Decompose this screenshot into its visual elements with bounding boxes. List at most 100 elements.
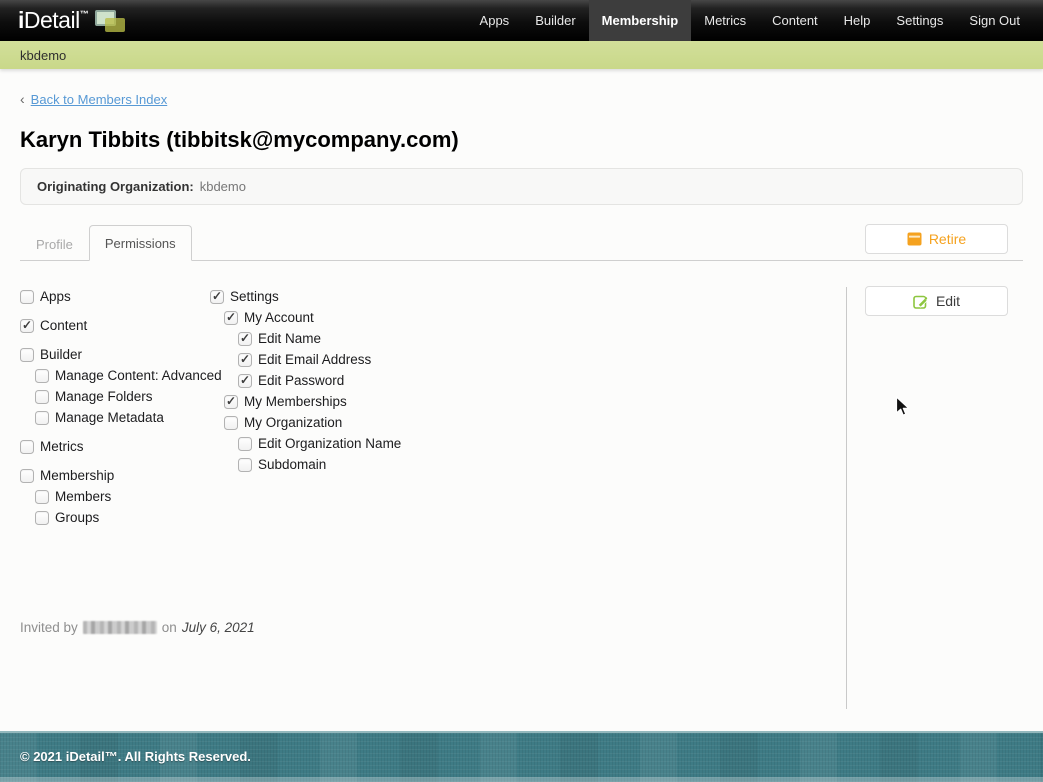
permission-groups[interactable]: Groups — [35, 507, 210, 528]
nav-item-builder[interactable]: Builder — [522, 0, 588, 41]
top-navbar: iDetail™ Apps Builder Membership Metrics Con… — [0, 0, 1043, 41]
permission-label: Manage Content: Advanced — [55, 368, 222, 383]
permission-settings[interactable]: Settings — [210, 286, 846, 307]
trademark-symbol: ™ — [79, 9, 89, 19]
edit-button-label: Edit — [935, 293, 961, 309]
checkbox-manage-content-advanced[interactable] — [35, 368, 49, 383]
permissions-columns: Apps Content Builder Manage Content: Advanc… — [20, 286, 846, 528]
permission-edit-organization-name[interactable]: Edit Organization Name — [238, 433, 846, 454]
checkbox-edit-name[interactable] — [238, 331, 252, 346]
checkbox-apps[interactable] — [20, 289, 34, 304]
permission-edit-name[interactable]: Edit Name — [238, 328, 846, 349]
permission-label: Apps — [40, 289, 71, 304]
permission-label: Edit Name — [258, 331, 322, 346]
checkbox-membership[interactable] — [20, 468, 34, 483]
checkbox-manage-folders[interactable] — [35, 389, 49, 404]
breadcrumb: ‹ Back to Members Index — [20, 91, 1023, 107]
permissions-panel: Apps Content Builder Manage Content: Advanc… — [20, 261, 1023, 711]
permission-my-organization[interactable]: My Organization — [224, 412, 846, 433]
nav-item-sign-out[interactable]: Sign Out — [956, 0, 1033, 41]
permission-edit-password[interactable]: Edit Password — [238, 370, 846, 391]
retire-button-label: Retire — [928, 231, 967, 247]
permission-manage-content-advanced[interactable]: Manage Content: Advanced — [35, 365, 222, 386]
copyright-text: © 2021 iDetail™. All Rights Reserved. — [20, 749, 251, 764]
permission-label: Groups — [55, 510, 100, 525]
tab-permissions[interactable]: Permissions — [88, 225, 192, 261]
permission-label: Manage Metadata — [55, 410, 164, 425]
permissions-form: Apps Content Builder Manage Content: Advanc… — [20, 261, 846, 711]
checkbox-my-account[interactable] — [224, 310, 238, 325]
permission-apps[interactable]: Apps — [20, 286, 210, 307]
permissions-settings-column: Settings My Account Edit Name Edit Email Ad… — [210, 286, 846, 528]
nav-item-content[interactable]: Content — [759, 0, 831, 41]
vertical-divider — [846, 287, 847, 709]
checkbox-my-organization[interactable] — [224, 415, 238, 430]
back-chevron-icon: ‹ — [20, 91, 25, 107]
tabs-container: Profile Permissions — [20, 225, 192, 261]
tab-profile[interactable]: Profile — [20, 226, 89, 261]
nav-item-apps[interactable]: Apps — [467, 0, 523, 41]
checkbox-edit-password[interactable] — [238, 373, 252, 388]
permission-manage-metadata[interactable]: Manage Metadata — [35, 407, 210, 428]
permission-label: My Memberships — [244, 394, 347, 409]
permission-label: Edit Password — [258, 373, 345, 388]
checkbox-metrics[interactable] — [20, 439, 34, 454]
invited-by-connector: on — [161, 620, 177, 635]
invited-by-redacted-name — [82, 621, 157, 634]
permission-label: Edit Organization Name — [258, 436, 402, 451]
organization-bar: kbdemo — [0, 41, 1043, 69]
permission-my-memberships[interactable]: My Memberships — [224, 391, 846, 412]
checkbox-edit-email-address[interactable] — [238, 352, 252, 367]
tab-bar: Profile Permissions Retire — [20, 224, 1023, 261]
checkbox-manage-metadata[interactable] — [35, 410, 49, 425]
checkbox-edit-organization-name[interactable] — [238, 436, 252, 451]
originating-organization-value: kbdemo — [199, 179, 246, 194]
nav-item-membership[interactable]: Membership — [588, 0, 692, 41]
edit-button[interactable]: Edit — [865, 286, 1008, 316]
back-to-members-link[interactable]: Back to Members Index — [31, 92, 168, 107]
permission-label: Manage Folders — [55, 389, 153, 404]
permission-content[interactable]: Content — [20, 315, 210, 336]
permission-label: Subdomain — [258, 457, 327, 472]
permission-subdomain[interactable]: Subdomain — [238, 454, 846, 475]
checkbox-content[interactable] — [20, 318, 34, 333]
permission-membership[interactable]: Membership — [20, 465, 210, 486]
retire-button[interactable]: Retire — [865, 224, 1008, 254]
permission-label: Settings — [230, 289, 279, 304]
pencil-square-icon — [913, 295, 928, 309]
page-footer: © 2021 iDetail™. All Rights Reserved. — [0, 731, 1043, 782]
main-content: ‹ Back to Members Index Karyn Tibbits (t… — [0, 69, 1043, 731]
permission-metrics[interactable]: Metrics — [20, 436, 210, 457]
originating-organization-label: Originating Organization: — [37, 179, 194, 194]
checkbox-builder[interactable] — [20, 347, 34, 362]
originating-organization-box: Originating Organization: kbdemo — [20, 168, 1023, 205]
nav-item-metrics[interactable]: Metrics — [691, 0, 759, 41]
permission-my-account[interactable]: My Account — [224, 307, 846, 328]
archive-box-icon — [907, 232, 922, 246]
permission-label: Edit Email Address — [258, 352, 372, 367]
invited-by-prefix: Invited by — [20, 620, 78, 635]
nav-items: Apps Builder Membership Metrics Content Help S… — [467, 0, 1043, 41]
checkbox-my-memberships[interactable] — [224, 394, 238, 409]
permission-builder[interactable]: Builder — [20, 344, 210, 365]
app-logo[interactable]: iDetail™ — [0, 0, 128, 41]
permission-members[interactable]: Members — [35, 486, 210, 507]
permission-label: My Organization — [244, 415, 343, 430]
nav-item-help[interactable]: Help — [831, 0, 884, 41]
permission-label: Membership — [40, 468, 115, 483]
permission-label: Metrics — [40, 439, 84, 454]
organization-bar-label: kbdemo — [20, 47, 67, 63]
permission-label: My Account — [244, 310, 314, 325]
side-actions: Edit — [846, 261, 1023, 711]
nav-item-settings[interactable]: Settings — [883, 0, 956, 41]
checkbox-members[interactable] — [35, 489, 49, 504]
checkbox-subdomain[interactable] — [238, 457, 252, 472]
checkbox-settings[interactable] — [210, 289, 224, 304]
app-logo-text: iDetail™ — [18, 7, 89, 33]
permission-label: Builder — [40, 347, 83, 362]
permission-edit-email-address[interactable]: Edit Email Address — [238, 349, 846, 370]
permission-manage-folders[interactable]: Manage Folders — [35, 386, 210, 407]
checkbox-groups[interactable] — [35, 510, 49, 525]
overlapping-squares-icon — [94, 8, 128, 34]
permission-label: Content — [40, 318, 88, 333]
